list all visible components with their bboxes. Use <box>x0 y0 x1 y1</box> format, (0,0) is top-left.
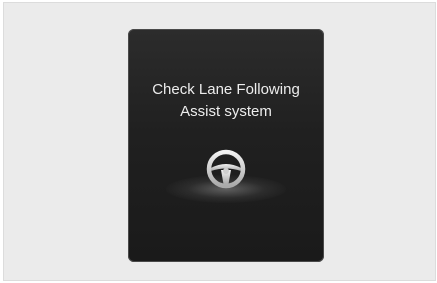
figure-frame: Check Lane Following Assist system <box>3 2 436 281</box>
warning-message-line2: Assist system <box>180 103 272 120</box>
warning-message-line1: Check Lane Following <box>152 81 300 98</box>
cluster-display: Check Lane Following Assist system <box>128 29 324 262</box>
steering-wheel-icon <box>206 149 246 189</box>
